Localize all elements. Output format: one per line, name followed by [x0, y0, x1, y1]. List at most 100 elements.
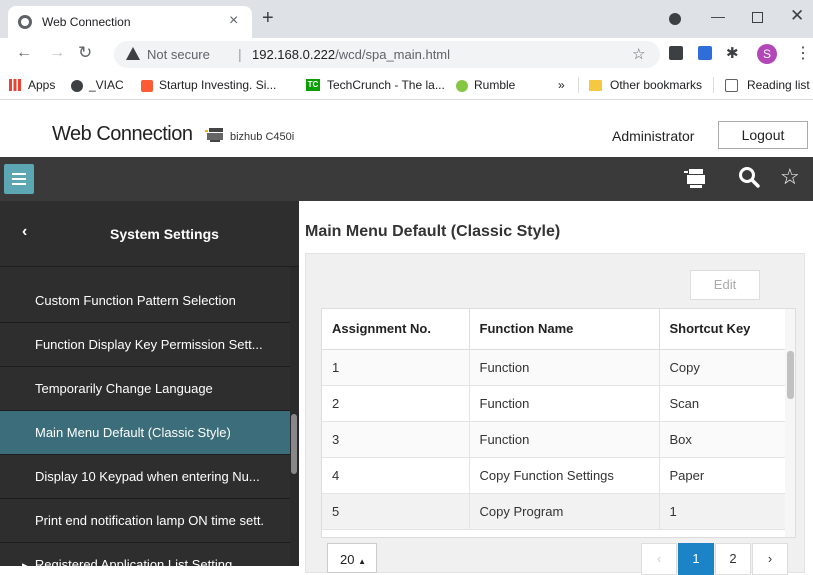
- globe-icon: [18, 15, 32, 29]
- device-icon[interactable]: [683, 166, 707, 190]
- column-header-shortcut-key[interactable]: Shortcut Key: [659, 309, 786, 350]
- new-tab-button[interactable]: +: [262, 8, 274, 28]
- forward-arrow-icon[interactable]: →: [49, 44, 65, 62]
- column-header-function-name[interactable]: Function Name: [469, 309, 660, 350]
- extension-icon[interactable]: [669, 46, 683, 60]
- sidebar-item-display-keypad[interactable]: Display 10 Keypad when entering Nu...: [0, 455, 290, 499]
- page-size-select[interactable]: 20 ▲: [327, 543, 377, 573]
- bookmarks-bar: Apps _VIAC Startup Investing. Si... TC T…: [0, 71, 813, 100]
- app-toolbar: ☆: [0, 157, 813, 201]
- sidebar: ‹ System Settings Custom Function Patter…: [0, 201, 299, 566]
- page-2-button[interactable]: 2: [715, 543, 751, 575]
- sidebar-menu: Custom Function Pattern Selection Functi…: [0, 279, 290, 566]
- browser-tab-strip: Web Connection × + — ✕: [0, 0, 813, 38]
- cell-shortcut-key: Scan: [659, 385, 786, 422]
- user-name: Administrator: [612, 128, 695, 144]
- prev-page-button[interactable]: ‹: [641, 543, 677, 575]
- address-bar[interactable]: Not secure | 192.168.0.222/wcd/spa_main.…: [114, 41, 660, 68]
- bookmark-other[interactable]: Other bookmarks: [610, 78, 702, 92]
- shield-extension-icon[interactable]: [698, 46, 712, 60]
- cell-function-name: Copy Function Settings: [469, 457, 660, 494]
- reload-icon[interactable]: ↻: [78, 43, 92, 63]
- sidebar-title: System Settings: [110, 226, 219, 242]
- cell-assignment-no: 2: [322, 385, 470, 422]
- back-chevron-icon[interactable]: ‹: [22, 223, 27, 241]
- sidebar-scrollbar-thumb[interactable]: [291, 414, 297, 474]
- cell-shortcut-key: Box: [659, 421, 786, 458]
- sidebar-item-function-display-key[interactable]: Function Display Key Permission Sett...: [0, 323, 290, 367]
- brand-logo: Web Connection: [52, 123, 193, 145]
- tab-title: Web Connection: [42, 15, 131, 29]
- techcrunch-favicon-icon: TC: [306, 79, 320, 91]
- menu-dots-icon[interactable]: ⋮: [795, 43, 811, 63]
- cell-function-name: Function: [469, 385, 660, 422]
- bookmarks-overflow-icon[interactable]: »: [558, 78, 565, 92]
- table-row[interactable]: 4 Copy Function Settings Paper: [322, 457, 786, 494]
- sidebar-item-registered-app-list[interactable]: ▶ Registered Application List Setting: [0, 543, 290, 566]
- cell-shortcut-key: Copy: [659, 349, 786, 386]
- browser-tab[interactable]: Web Connection ×: [8, 6, 252, 38]
- bookmark-startup-investing[interactable]: Startup Investing. Si...: [159, 78, 276, 92]
- table-row[interactable]: 1 Function Copy: [322, 349, 786, 386]
- expand-triangle-icon: ▶: [22, 561, 29, 566]
- cell-assignment-no: 4: [322, 457, 470, 494]
- table-row[interactable]: 2 Function Scan: [322, 385, 786, 422]
- bookmark-divider: [578, 77, 579, 93]
- cell-function-name: Copy Program: [469, 493, 660, 530]
- maximize-icon[interactable]: [752, 12, 763, 23]
- bookmark-reading-list[interactable]: Reading list: [747, 78, 810, 92]
- cell-function-name: Function: [469, 349, 660, 386]
- minimize-icon[interactable]: —: [711, 8, 725, 24]
- column-header-assignment-no[interactable]: Assignment No.: [322, 309, 470, 350]
- folder-icon: [589, 80, 602, 91]
- reading-list-icon: [725, 79, 738, 92]
- page-1-button[interactable]: 1: [678, 543, 714, 575]
- startup-favicon-icon: [141, 80, 153, 92]
- favorite-star-icon[interactable]: ☆: [780, 164, 800, 190]
- content-panel: Edit Assignment No. Function Name Shortc…: [305, 253, 805, 575]
- puzzle-icon[interactable]: ✱: [726, 44, 739, 62]
- cell-shortcut-key: 1: [659, 493, 786, 530]
- next-page-button[interactable]: ›: [752, 543, 788, 575]
- hamburger-menu-icon[interactable]: [4, 164, 34, 194]
- back-arrow-icon[interactable]: ←: [16, 44, 32, 62]
- bookmark-apps[interactable]: Apps: [28, 78, 55, 92]
- warning-triangle-icon: [126, 47, 140, 60]
- not-secure-label: Not secure: [147, 47, 210, 62]
- logout-button[interactable]: Logout: [718, 121, 808, 149]
- table-row[interactable]: 3 Function Box: [322, 421, 786, 458]
- device-model: bizhub C450i: [230, 131, 295, 143]
- cell-shortcut-key: Paper: [659, 457, 786, 494]
- tab-search-icon[interactable]: [669, 13, 681, 25]
- sidebar-header: ‹ System Settings: [0, 201, 299, 267]
- bookmark-star-icon[interactable]: ☆: [632, 45, 645, 63]
- main-content: Main Menu Default (Classic Style) Edit A…: [299, 201, 813, 575]
- cell-assignment-no: 1: [322, 349, 470, 386]
- sidebar-item-custom-function-pattern[interactable]: Custom Function Pattern Selection: [0, 279, 290, 323]
- edit-button[interactable]: Edit: [690, 270, 760, 300]
- caret-up-icon: ▲: [358, 557, 367, 566]
- search-icon[interactable]: [737, 165, 761, 189]
- table-row[interactable]: 5 Copy Program 1: [322, 493, 786, 530]
- table-scrollbar-thumb[interactable]: [787, 351, 794, 399]
- assignment-table: Assignment No. Function Name Shortcut Ke…: [321, 308, 796, 538]
- table-scrollbar[interactable]: [785, 309, 795, 537]
- profile-avatar[interactable]: S: [757, 44, 777, 64]
- apps-grid-icon: [9, 79, 21, 91]
- sidebar-item-print-end-lamp[interactable]: Print end notification lamp ON time sett…: [0, 499, 290, 543]
- bookmark-viac[interactable]: _VIAC: [89, 78, 124, 92]
- window-close-icon[interactable]: ✕: [790, 6, 804, 26]
- url-text[interactable]: 192.168.0.222/wcd/spa_main.html: [252, 47, 450, 62]
- app-header: Web Connection bizhub C450i Administrato…: [0, 113, 813, 157]
- printer-icon: [205, 128, 223, 142]
- bookmark-techcrunch[interactable]: TechCrunch - The la...: [327, 78, 445, 92]
- bookmark-divider: [713, 77, 714, 93]
- cell-function-name: Function: [469, 421, 660, 458]
- sidebar-item-main-menu-default[interactable]: Main Menu Default (Classic Style): [0, 411, 290, 455]
- sidebar-item-change-language[interactable]: Temporarily Change Language: [0, 367, 290, 411]
- cell-assignment-no: 5: [322, 493, 470, 530]
- cell-assignment-no: 3: [322, 421, 470, 458]
- tab-close-icon[interactable]: ×: [229, 12, 238, 30]
- bookmark-rumble[interactable]: Rumble: [474, 78, 515, 92]
- browser-toolbar: ← → ↻ Not secure | 192.168.0.222/wcd/spa…: [0, 38, 813, 71]
